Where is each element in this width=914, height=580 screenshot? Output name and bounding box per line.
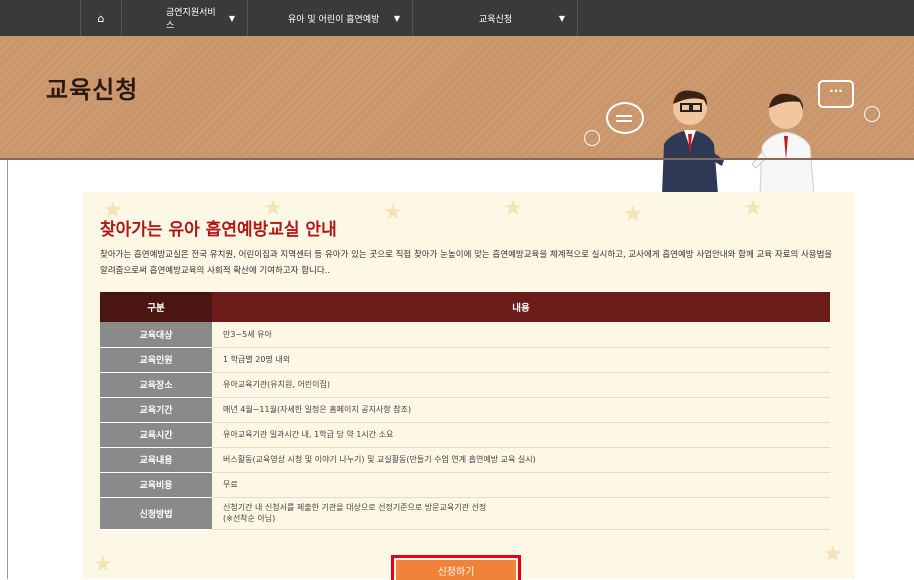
table-row: 교육인원 1 학급별 20명 내외 xyxy=(100,347,830,373)
star-decoration-icon: ★ xyxy=(743,196,763,221)
row-label: 신청방법 xyxy=(100,497,212,530)
top-navigation: ⌂ 금연지원서비스 ▼ 유아 및 어린이 흡연예방 ▼ 교육신청 ▼ xyxy=(0,0,914,36)
content-border xyxy=(7,160,8,579)
table-header-label: 구분 xyxy=(100,292,212,322)
nav-item-label: 교육신청 xyxy=(479,14,513,25)
table-row: 교육기간 매년 4월~11월(자세한 일정은 홈페이지 공지사항 참조) xyxy=(100,397,830,423)
nav-item-label: 유아 및 어린이 흡연예방 xyxy=(288,14,380,25)
row-value-line: 신청기간 내 신청서를 제출한 기관을 대상으로 선정기준으로 방문교육기관 선… xyxy=(223,503,487,512)
row-label: 교육시간 xyxy=(100,422,212,448)
row-label: 교육기간 xyxy=(100,397,212,423)
row-label: 교육대상 xyxy=(100,322,212,348)
nav-menu: ⌂ 금연지원서비스 ▼ 유아 및 어린이 흡연예방 ▼ 교육신청 ▼ xyxy=(80,0,578,36)
caret-down-icon: ▼ xyxy=(393,13,400,23)
businessman-illustration xyxy=(662,90,724,194)
row-value: 버스활동(교육영상 시청 및 이야기 나누기) 및 교실활동(만들기 수업 연계… xyxy=(212,447,830,473)
home-button[interactable]: ⌂ xyxy=(80,0,122,36)
balloon-icon xyxy=(864,106,880,122)
businessman-illustration xyxy=(752,93,815,194)
table-row: 교육비용 무료 xyxy=(100,472,830,498)
row-value: 유아교육기관 일과시간 내, 1학급 당 약 1시간 소요 xyxy=(212,422,830,448)
row-value: 신청기간 내 신청서를 제출한 기관을 대상으로 선정기준으로 방문교육기관 선… xyxy=(212,497,830,530)
row-label: 교육내용 xyxy=(100,447,212,473)
nav-item-label: 금연지원서비스 xyxy=(166,8,216,31)
row-value: 무료 xyxy=(212,472,830,498)
table-row: 신청방법 신청기간 내 신청서를 제출한 기관을 대상으로 선정기준으로 방문교… xyxy=(100,497,830,530)
star-decoration-icon: ★ xyxy=(823,542,843,567)
caret-down-icon: ▼ xyxy=(558,13,565,23)
speech-bubble-icon xyxy=(606,102,644,134)
home-icon: ⌂ xyxy=(97,11,105,25)
intro-text: 찾아가는 흡연예방교실은 전국 유치원, 어린이집과 지역센터 등 유아가 있는… xyxy=(100,250,833,276)
page-title: 교육신청 xyxy=(46,76,139,104)
nav-item-child-prevention[interactable]: 유아 및 어린이 흡연예방 ▼ xyxy=(248,0,413,36)
star-decoration-icon: ★ xyxy=(93,552,113,577)
table-header-content: 내용 xyxy=(212,292,830,322)
section-title: 찾아가는 유아 흡연예방교실 안내 xyxy=(100,220,337,240)
table-row: 교육대상 만3~5세 유아 xyxy=(100,322,830,348)
row-value: 유아교육기관(유치원, 어린이집) xyxy=(212,372,830,398)
table-row: 교육시간 유아교육기관 일과시간 내, 1학급 당 약 1시간 소요 xyxy=(100,422,830,448)
row-label: 교육비용 xyxy=(100,472,212,498)
row-label: 교육장소 xyxy=(100,372,212,398)
caret-down-icon: ▼ xyxy=(228,13,235,23)
row-value: 만3~5세 유아 xyxy=(212,322,830,348)
table-row: 교육내용 버스활동(교육영상 시청 및 이야기 나누기) 및 교실활동(만들기 … xyxy=(100,447,830,473)
row-label: 교육인원 xyxy=(100,347,212,373)
star-decoration-icon: ★ xyxy=(623,202,643,227)
balloon-icon xyxy=(584,130,600,146)
row-value-note: (※선착순 아님) xyxy=(223,514,276,523)
page-banner: 교육신청 ··· xyxy=(0,36,914,194)
education-info-table: 구분 내용 교육대상 만3~5세 유아 교육인원 1 학급별 20명 내외 교육… xyxy=(100,292,830,530)
table-header-row: 구분 내용 xyxy=(100,292,830,322)
apply-button[interactable]: 신청하기 xyxy=(391,555,521,580)
chat-bubble-icon: ··· xyxy=(818,80,854,108)
nav-item-education-apply[interactable]: 교육신청 ▼ xyxy=(413,0,578,36)
star-decoration-icon: ★ xyxy=(503,196,523,221)
row-value: 1 학급별 20명 내외 xyxy=(212,347,830,373)
nav-item-smoking-cessation[interactable]: 금연지원서비스 ▼ xyxy=(122,0,248,36)
table-row: 교육장소 유아교육기관(유치원, 어린이집) xyxy=(100,372,830,398)
banner-divider xyxy=(0,158,914,160)
star-decoration-icon: ★ xyxy=(383,200,403,225)
row-value: 매년 4월~11월(자세한 일정은 홈페이지 공지사항 참조) xyxy=(212,397,830,423)
